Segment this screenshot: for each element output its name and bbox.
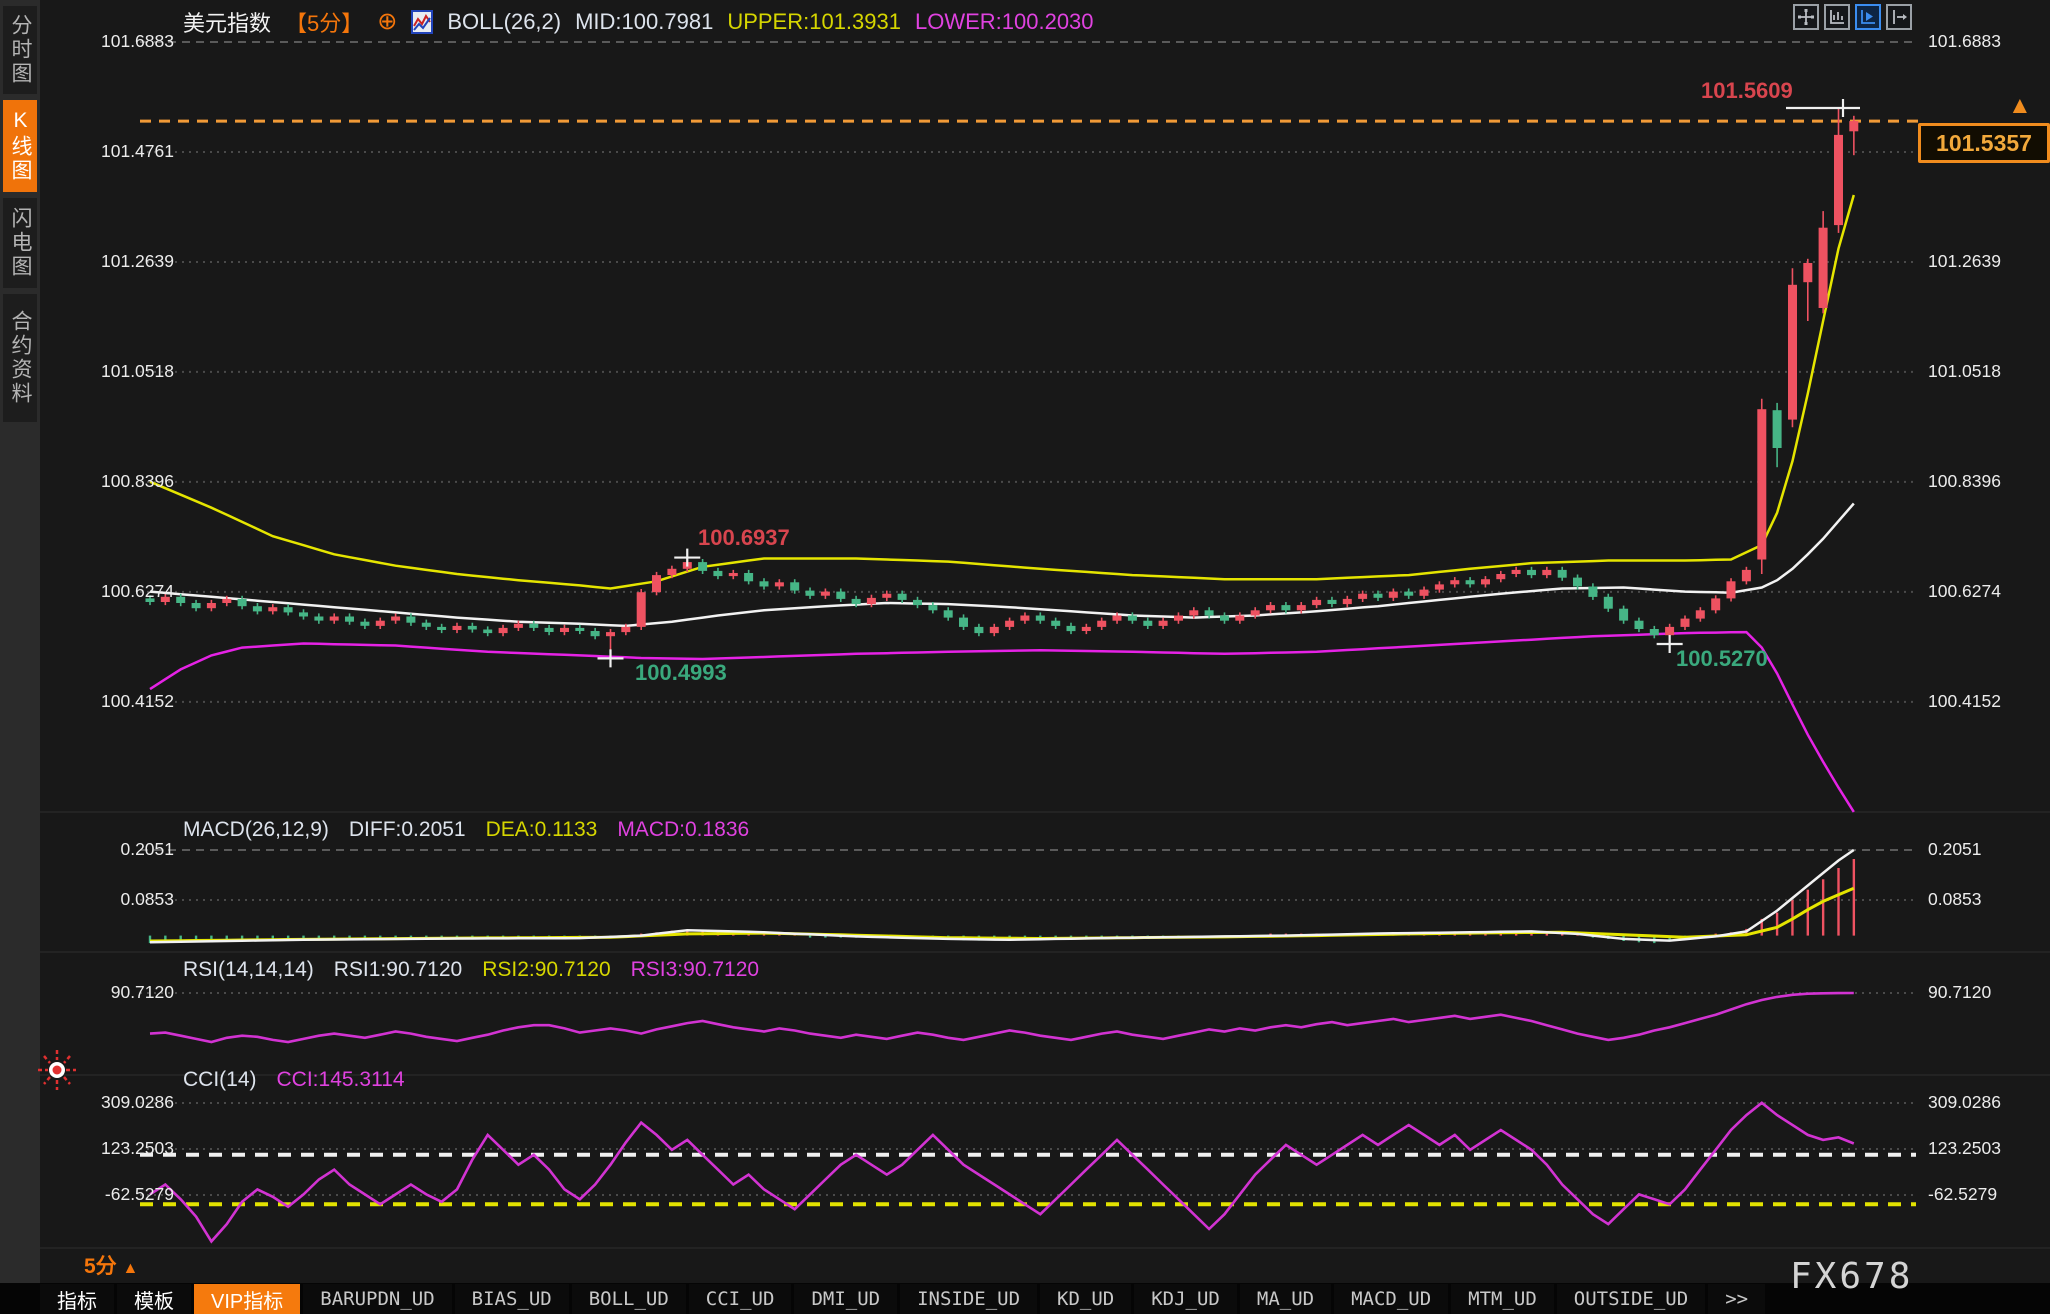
symbol-title: 美元指数 xyxy=(183,6,271,38)
brand-watermark: FX678 xyxy=(1790,1256,1913,1297)
add-indicator-icon[interactable]: ⊕ xyxy=(377,11,397,33)
rsi-axis-right-0: 90.7120 xyxy=(1928,982,1991,1003)
indicator-tab-macdud[interactable]: MACD_UD xyxy=(1334,1284,1448,1314)
rsi2-value: RSI2:90.7120 xyxy=(482,958,610,982)
price-axis-right-6: 100.4152 xyxy=(1928,691,2001,712)
indicator-tab-cciud[interactable]: CCI_UD xyxy=(689,1284,792,1314)
current-price-tag: 101.5357 xyxy=(1918,123,2050,163)
macd-axis-left-1: 0.0853 xyxy=(40,889,174,910)
cci-panel-header: CCI(14) CCI:145.3114 xyxy=(183,1068,405,1092)
indicator-tab-outsideud[interactable]: OUTSIDE_UD xyxy=(1557,1284,1705,1314)
indicator-tab-bollud[interactable]: BOLL_UD xyxy=(572,1284,686,1314)
sidebar-tab-3[interactable]: 闪电图 xyxy=(3,198,37,288)
chart-type-sidebar: 分时图 K线图闪电图合约资料 xyxy=(0,0,40,1284)
sidebar-tab-2[interactable]: K线图 xyxy=(3,100,37,192)
indicator-tab-kdjud[interactable]: KDJ_UD xyxy=(1134,1284,1237,1314)
chart-toolbar xyxy=(1793,4,1912,30)
price-axis-right-2: 101.2639 xyxy=(1928,251,2001,272)
cci-title: CCI(14) xyxy=(183,1068,257,1092)
rsi-panel-header: RSI(14,14,14) RSI1:90.7120 RSI2:90.7120 … xyxy=(183,958,759,982)
price-axis-left-3: 101.0518 xyxy=(40,361,174,382)
cci-value: CCI:145.3114 xyxy=(277,1068,405,1092)
indicator-tab-insideud[interactable]: INSIDE_UD xyxy=(900,1284,1037,1314)
footer-period-indicator[interactable]: 5分 ▲ xyxy=(84,1250,138,1280)
macd-dea-value: DEA:0.1133 xyxy=(486,818,598,842)
swing-low-right-label: 100.5270 xyxy=(1676,646,1768,672)
indicator-tab-[interactable]: 指标 xyxy=(40,1284,114,1314)
swing-high-label: 100.6937 xyxy=(698,525,790,551)
indicator-tab-maud[interactable]: MA_UD xyxy=(1240,1284,1331,1314)
indicator-tab-barupdnud[interactable]: BARUPDN_UD xyxy=(303,1284,451,1314)
macd-title: MACD(26,12,9) xyxy=(183,818,329,842)
price-axis-right-5: 100.6274 xyxy=(1928,581,2001,602)
trading-terminal: 分时图 K线图闪电图合约资料 美元指数 【5分】 ⊕ BOLL(26,2) MID… xyxy=(0,0,2050,1314)
indicator-tab-kdud[interactable]: KD_UD xyxy=(1040,1284,1131,1314)
indicator-tab-vip[interactable]: VIP指标 xyxy=(194,1284,300,1314)
rsi-title: RSI(14,14,14) xyxy=(183,958,314,982)
sidebar-tab-4[interactable]: 合约资料 xyxy=(3,294,37,422)
price-axis-right-0: 101.6883 xyxy=(1928,31,2001,52)
rsi1-value: RSI1:90.7120 xyxy=(334,958,462,982)
price-axis-left-0: 101.6883 xyxy=(40,31,174,52)
cci-axis-right-2: -62.5279 xyxy=(1928,1184,1997,1205)
shift-right-button[interactable] xyxy=(1886,4,1912,30)
indicator-tab-dmiud[interactable]: DMI_UD xyxy=(794,1284,897,1314)
sidebar-tab-1[interactable]: 分时图 xyxy=(3,6,37,94)
boll-mid-value: MID:100.7981 xyxy=(575,9,713,35)
cci-axis-right-0: 309.0286 xyxy=(1928,1092,2001,1113)
indicator-tab-mtmud[interactable]: MTM_UD xyxy=(1451,1284,1554,1314)
price-axis-left-5: 100.6274 xyxy=(40,581,174,602)
rsi-axis-left-0: 90.7120 xyxy=(40,982,174,1003)
auto-play-button[interactable] xyxy=(1855,4,1881,30)
price-axis-left-2: 101.2639 xyxy=(40,251,174,272)
pan-crosshair-button[interactable] xyxy=(1793,4,1819,30)
price-axis-right-3: 101.0518 xyxy=(1928,361,2001,382)
cci-axis-left-1: 123.2503 xyxy=(40,1138,174,1159)
price-up-arrow-icon: ▲ xyxy=(2008,92,2032,120)
chart-header: 美元指数 【5分】 ⊕ BOLL(26,2) MID:100.7981 UPPE… xyxy=(183,6,1094,38)
high-price-label: 101.5609 xyxy=(1701,78,1793,104)
indicator-tab-bar: 指标模板VIP指标BARUPDN_UDBIAS_UDBOLL_UDCCI_UDD… xyxy=(40,1284,1765,1314)
alert-sun-icon[interactable] xyxy=(36,1048,78,1097)
boll-lower-value: LOWER:100.2030 xyxy=(915,9,1094,35)
mini-chart-icon[interactable] xyxy=(411,10,433,34)
price-axis-left-1: 101.4761 xyxy=(40,141,174,162)
macd-macd-value: MACD:0.1836 xyxy=(617,818,749,842)
cci-axis-left-2: -62.5279 xyxy=(40,1184,174,1205)
macd-panel-header: MACD(26,12,9) DIFF:0.2051 DEA:0.1133 MAC… xyxy=(183,818,749,842)
axis-range-button[interactable] xyxy=(1824,4,1850,30)
rsi3-value: RSI3:90.7120 xyxy=(631,958,759,982)
macd-axis-right-0: 0.2051 xyxy=(1928,839,1982,860)
swing-low-left-label: 100.4993 xyxy=(635,660,727,686)
boll-params-label: BOLL(26,2) xyxy=(447,9,561,35)
period-selector[interactable]: 【5分】 xyxy=(285,6,363,38)
indicator-tab-[interactable]: 模板 xyxy=(117,1284,191,1314)
macd-axis-left-0: 0.2051 xyxy=(40,839,174,860)
macd-diff-value: DIFF:0.2051 xyxy=(349,818,466,842)
cci-axis-right-1: 123.2503 xyxy=(1928,1138,2001,1159)
boll-upper-value: UPPER:101.3931 xyxy=(727,9,901,35)
price-axis-right-4: 100.8396 xyxy=(1928,471,2001,492)
indicator-tab-biasud[interactable]: BIAS_UD xyxy=(455,1284,569,1314)
price-axis-left-4: 100.8396 xyxy=(40,471,174,492)
indicator-tab->>[interactable]: >> xyxy=(1708,1284,1765,1314)
period-up-arrow-icon: ▲ xyxy=(123,1260,139,1277)
price-axis-left-6: 100.4152 xyxy=(40,691,174,712)
macd-axis-right-1: 0.0853 xyxy=(1928,889,1982,910)
